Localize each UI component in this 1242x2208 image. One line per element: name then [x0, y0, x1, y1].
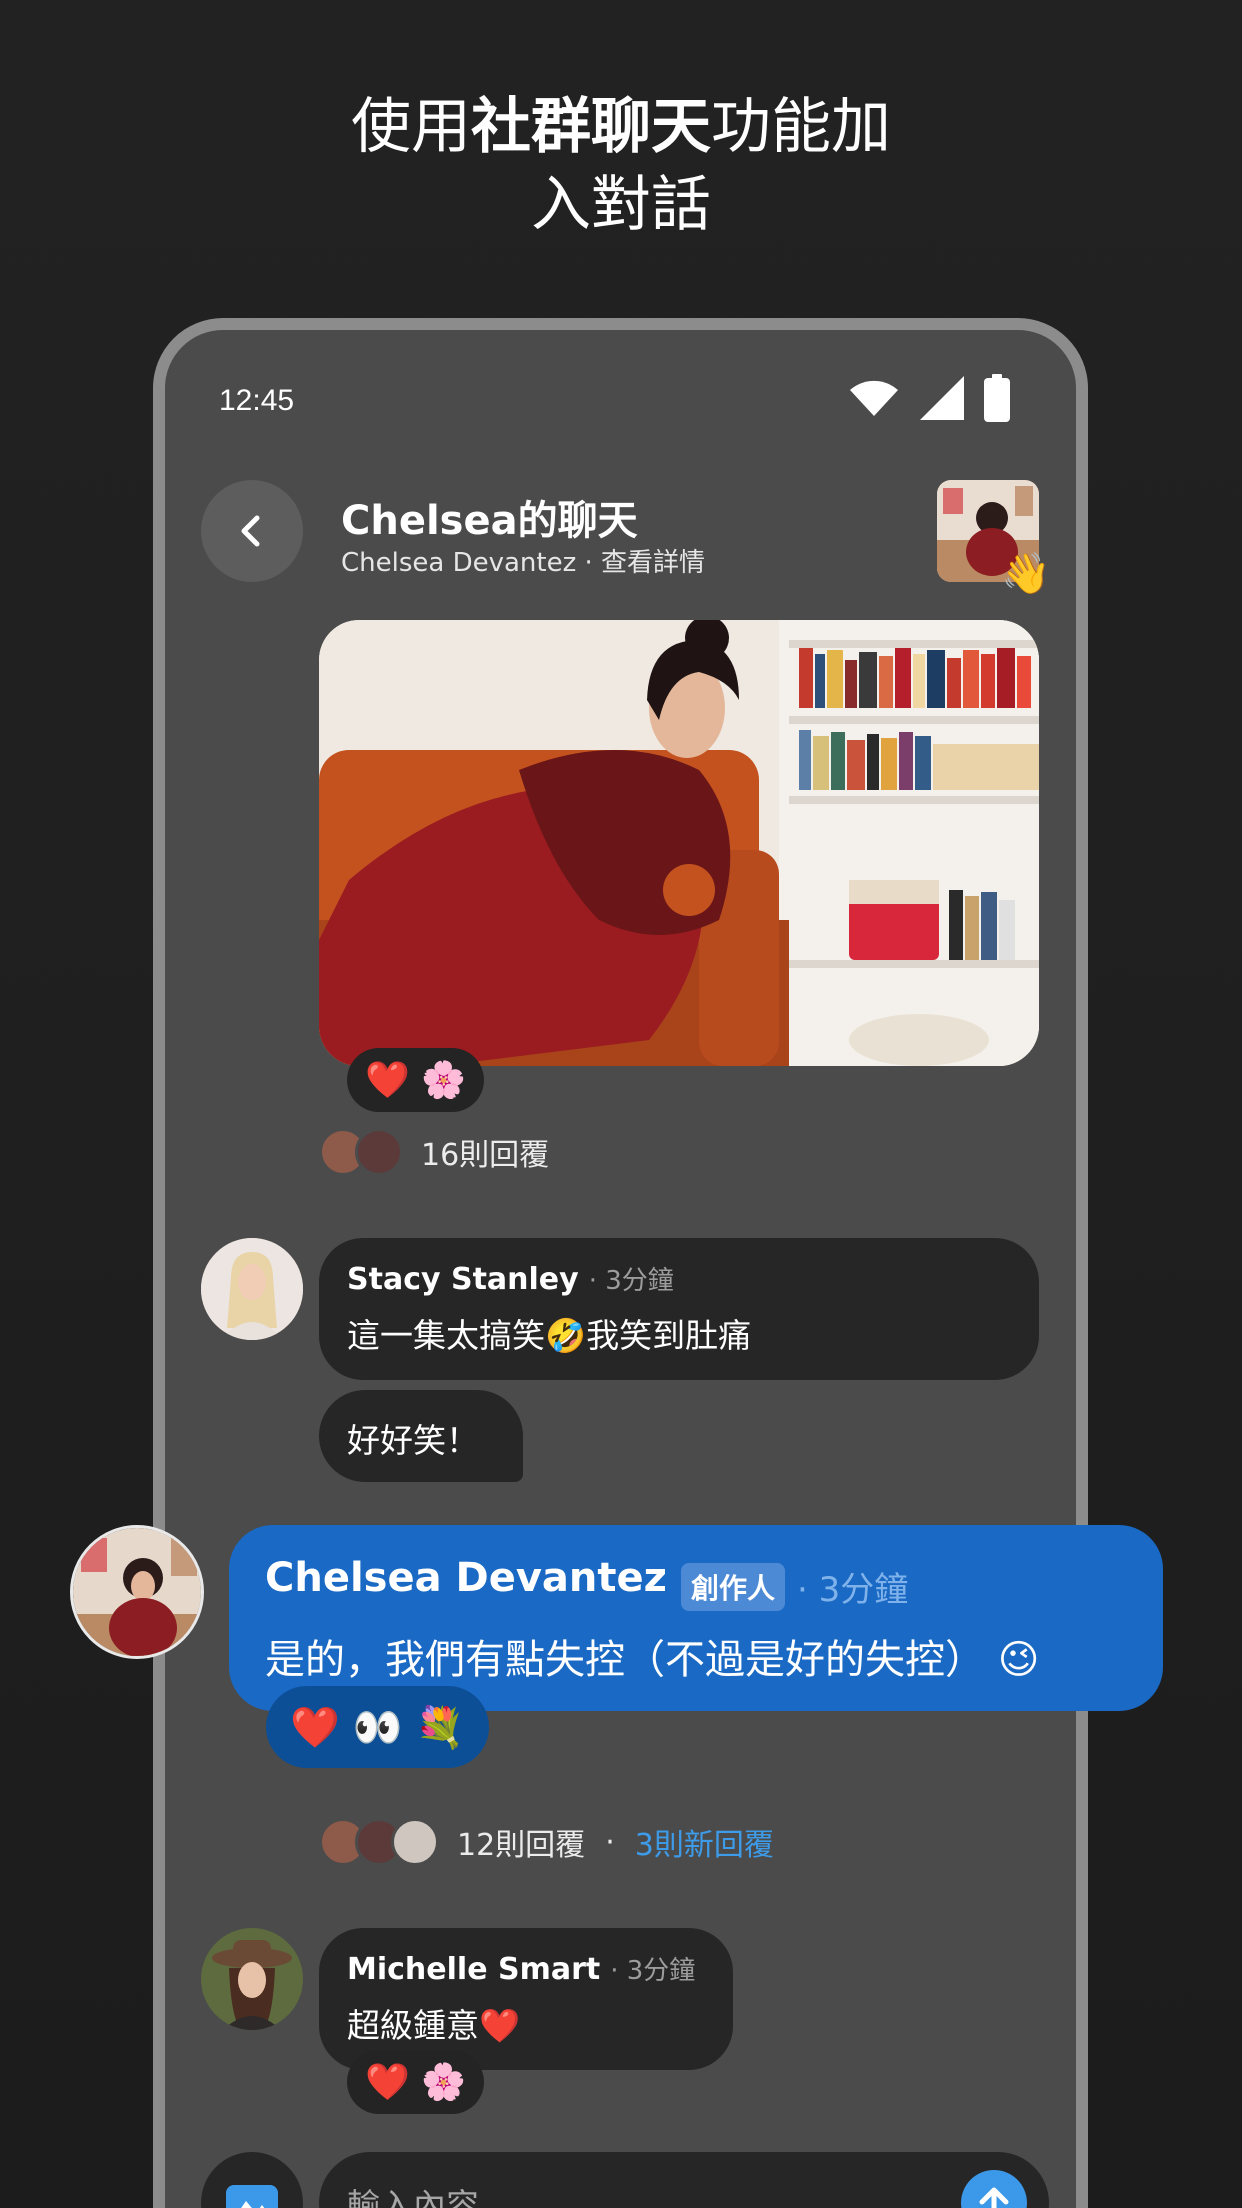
chat-subtitle[interactable]: Chelsea Devantez · 查看詳情 — [341, 542, 705, 579]
battery-icon — [984, 374, 1010, 422]
avatar-chelsea-art — [73, 1528, 201, 1656]
image-icon — [226, 2185, 278, 2208]
message-author: Chelsea Devantez — [265, 1555, 667, 1601]
message-bubble-stacy[interactable]: Stacy Stanley · 3分鐘 這一集太搞笑🤣我笑到肚痛 — [319, 1238, 1039, 1380]
reply-separator: · — [605, 1824, 615, 1860]
status-icons — [848, 374, 1010, 422]
avatar-stacy-art — [201, 1238, 303, 1340]
new-replies-link[interactable]: 3則新回覆 — [635, 1820, 774, 1864]
post-reactions[interactable]: ❤️ 🌸 — [347, 1048, 485, 1112]
chevron-left-icon — [241, 515, 260, 547]
message-time: · 3分鐘 — [796, 1570, 909, 1610]
message-time: · 3分鐘 — [610, 1956, 696, 1986]
headline-bold: 社群聊天 — [471, 92, 711, 162]
wave-emoji: 👋 — [1001, 552, 1051, 596]
avatar-stacy[interactable] — [201, 1238, 303, 1340]
chelsea-reply-avatars — [319, 1818, 439, 1866]
creator-badge: 創作人 — [680, 1562, 785, 1611]
message-time: · 3分鐘 — [588, 1266, 674, 1296]
post-image[interactable] — [319, 620, 1039, 1066]
chelsea-reply-count[interactable]: 12則回覆 — [457, 1820, 585, 1864]
message-bubble-stacy-followup[interactable]: 好好笑！ — [319, 1390, 523, 1482]
chat-header: Chelsea的聊天 Chelsea Devantez · 查看詳情 👋 — [165, 480, 1076, 596]
message-author: Michelle Smart — [347, 1952, 601, 1987]
media-button[interactable] — [201, 2152, 303, 2208]
message-text: 這一集太搞笑🤣我笑到肚痛 — [347, 1316, 752, 1355]
avatar-chelsea[interactable] — [70, 1525, 204, 1659]
chat-title[interactable]: Chelsea的聊天 — [341, 488, 638, 546]
avatar-michelle-art — [201, 1928, 303, 2030]
post-reply-avatars — [319, 1128, 403, 1176]
chelsea-reply-row[interactable]: 12則回覆 · 3則新回覆 — [319, 1818, 774, 1866]
post-reply-count[interactable]: 16則回覆 — [421, 1130, 549, 1174]
message-bubble-michelle[interactable]: Michelle Smart · 3分鐘 超級鍾意❤️ — [319, 1928, 733, 2070]
headline-post: 功能加 — [711, 92, 891, 162]
back-button[interactable] — [201, 480, 303, 582]
status-time: 12:45 — [219, 384, 295, 417]
message-text: 是的，我們有點失控（不過是好的失控） 😉 — [265, 1637, 1040, 1683]
phone-frame: 12:45 Chelsea的聊天 Chelsea Devantez · 查看詳情 — [153, 318, 1088, 2208]
signal-icon — [920, 376, 964, 420]
promo-headline: 使用社群聊天功能加 入對話 — [0, 88, 1242, 244]
post-reply-row[interactable]: 16則回覆 — [319, 1128, 549, 1176]
message-text: 超級鍾意❤️ — [347, 2006, 521, 2045]
arrow-up-icon — [979, 2187, 1009, 2208]
message-text: 好好笑！ — [347, 1421, 479, 1460]
message-composer: 輸入內容... — [165, 2152, 1076, 2208]
headline-pre: 使用 — [351, 92, 471, 162]
message-input[interactable]: 輸入內容... — [319, 2152, 1049, 2208]
message-bubble-chelsea[interactable]: Chelsea Devantez 創作人 · 3分鐘 是的，我們有點失控（不過是好的… — [229, 1525, 1163, 1711]
michelle-reactions[interactable]: ❤️ 🌸 — [347, 2050, 485, 2114]
wifi-icon — [850, 380, 898, 416]
reply-avatar — [355, 1128, 403, 1176]
status-bar: 12:45 — [165, 330, 1076, 440]
post-image-art — [319, 620, 1039, 1066]
reply-avatar — [391, 1818, 439, 1866]
headline-line-1: 使用社群聊天功能加 — [0, 88, 1242, 166]
message-input-placeholder: 輸入內容... — [347, 2186, 511, 2208]
headline-line-2: 入對話 — [531, 170, 711, 240]
message-author: Stacy Stanley — [347, 1262, 579, 1297]
chelsea-reactions[interactable]: ❤️ 👀 💐 — [266, 1686, 489, 1768]
send-button[interactable] — [961, 2170, 1027, 2208]
avatar-michelle[interactable] — [201, 1928, 303, 2030]
